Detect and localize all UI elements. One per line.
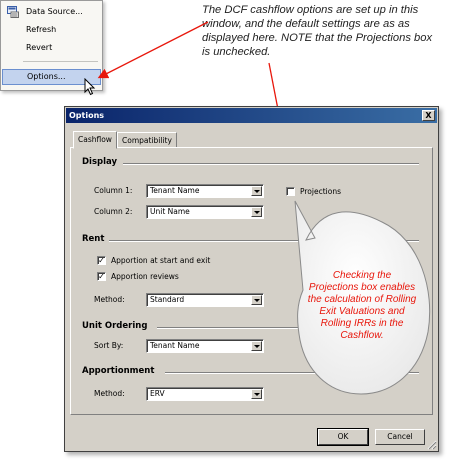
column1-value: Tenant Name: [150, 186, 200, 195]
projections-label: Projections: [300, 187, 341, 196]
chevron-down-icon[interactable]: [251, 295, 262, 305]
tab-label: Cashflow: [78, 135, 112, 144]
section-title-apportionment: Apportionment: [82, 366, 155, 376]
chevron-down-icon[interactable]: [251, 389, 262, 399]
mouse-cursor-icon: [84, 78, 96, 96]
tab-compatibility[interactable]: Compatibility: [117, 132, 177, 148]
section-title-unit-ordering: Unit Ordering: [82, 321, 148, 331]
chevron-down-icon[interactable]: [251, 341, 262, 351]
section-title-display: Display: [82, 157, 118, 167]
dialog-title: Options: [69, 111, 105, 120]
sort-by-select[interactable]: Tenant Name: [146, 339, 264, 353]
apportionment-method-label: Method:: [94, 389, 125, 398]
rent-method-label: Method:: [94, 295, 125, 304]
menu-item-label: Revert: [26, 43, 53, 52]
column1-label: Column 1:: [94, 186, 133, 195]
apportionment-method-value: ERV: [150, 389, 165, 398]
sort-by-value: Tenant Name: [150, 341, 200, 350]
tab-label: Compatibility: [122, 136, 172, 145]
section-title-rent: Rent: [82, 234, 105, 244]
annotation-text: The DCF cashflow options are set up in t…: [202, 4, 433, 58]
ok-button[interactable]: OK: [317, 428, 369, 446]
resize-grip-icon[interactable]: [426, 439, 437, 450]
dialog-titlebar[interactable]: Options X: [66, 108, 437, 123]
column2-label: Column 2:: [94, 207, 133, 216]
sort-by-label: Sort By:: [94, 341, 124, 350]
rent-method-select[interactable]: Standard: [146, 293, 264, 307]
chevron-down-icon[interactable]: [251, 186, 262, 196]
menu-item-label: Refresh: [26, 25, 57, 34]
menu-item-label: Options...: [27, 72, 66, 81]
apportion-start-exit-checkbox[interactable]: ✓: [97, 256, 106, 265]
menu-item-refresh[interactable]: Refresh: [2, 22, 101, 38]
menu-item-label: Data Source...: [26, 7, 83, 16]
apportion-start-exit-label: Apportion at start and exit: [111, 256, 211, 265]
column2-value: Unit Name: [150, 207, 190, 216]
projections-checkbox[interactable]: [286, 187, 295, 196]
apportion-reviews-label: Apportion reviews: [111, 272, 179, 281]
section-divider: [109, 240, 419, 242]
apportionment-method-select[interactable]: ERV: [146, 387, 264, 401]
data-source-icon: [7, 6, 19, 18]
cancel-button[interactable]: Cancel: [375, 429, 425, 445]
section-divider: [123, 163, 419, 165]
tab-cashflow[interactable]: Cashflow: [73, 131, 117, 149]
apportion-reviews-checkbox[interactable]: ✓: [97, 272, 106, 281]
column2-select[interactable]: Unit Name: [146, 205, 264, 219]
menu-item-data-source[interactable]: Data Source...: [2, 4, 101, 20]
callout-text: Checking the Projections box enables the…: [307, 270, 417, 341]
close-button[interactable]: X: [422, 110, 435, 121]
menu-item-revert[interactable]: Revert: [2, 40, 101, 56]
chevron-down-icon[interactable]: [251, 207, 262, 217]
menu-separator: [23, 61, 98, 62]
column1-select[interactable]: Tenant Name: [146, 184, 264, 198]
section-divider: [165, 372, 419, 374]
rent-method-value: Standard: [150, 295, 185, 304]
